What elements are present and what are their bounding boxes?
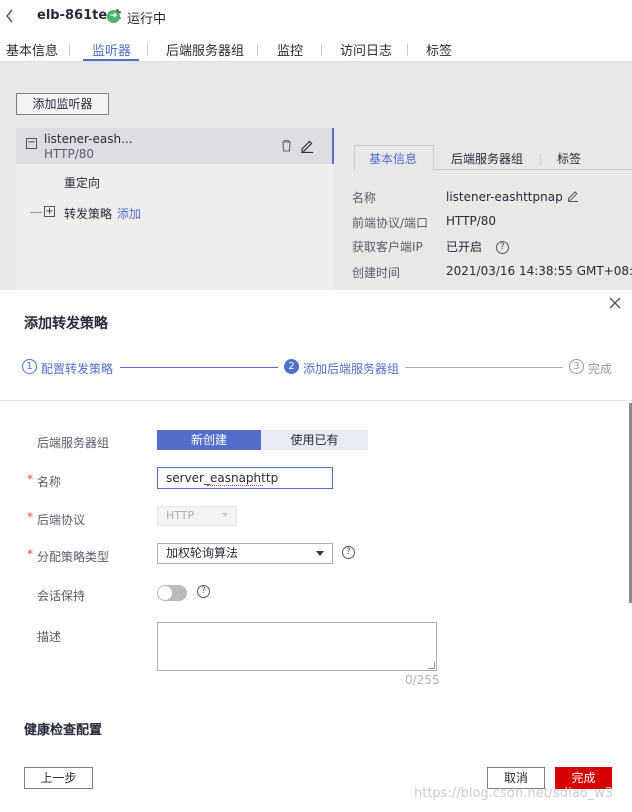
tab-basic-info[interactable]: 基本信息	[6, 40, 58, 59]
step-1-label: 配置转发策略	[41, 362, 114, 376]
toggle-knob	[158, 586, 172, 600]
listener-full-name: listener-eashttpnap	[446, 190, 563, 204]
edit-icon[interactable]	[567, 190, 579, 202]
dialog-title: 添加转发策略	[24, 316, 108, 332]
tab-divider	[147, 44, 148, 56]
name-label: 名称	[37, 475, 62, 489]
stepper-divider	[0, 400, 632, 401]
detail-name-value: listener-eashttpnap	[446, 190, 579, 204]
detail-protocol-label: 前端协议/端口	[352, 216, 429, 230]
edit-icon[interactable]	[300, 139, 314, 154]
active-tab-indicator	[83, 59, 139, 61]
chevron-down-icon	[222, 513, 228, 517]
previous-button[interactable]: 上一步	[24, 767, 93, 789]
step-1-indicator: 1	[22, 359, 37, 374]
detail-name-label: 名称	[352, 191, 377, 205]
status-text: 运行中	[127, 12, 167, 27]
tree-connector	[30, 212, 42, 213]
main-tabs: 基本信息 监听器 后端服务器组 监控 访问日志 标签	[0, 36, 632, 62]
resize-grip-icon[interactable]	[428, 662, 435, 669]
algorithm-label: 分配策略类型	[37, 550, 110, 564]
step-2-indicator: 2	[284, 359, 299, 374]
tab-tags[interactable]: 标签	[426, 40, 452, 59]
detail-client-ip-value: 已开启 ?	[446, 238, 509, 255]
tab-divider	[69, 44, 70, 56]
protocol-label: 后端协议	[37, 513, 86, 527]
listener-protocol: HTTP/80	[44, 147, 95, 161]
trash-icon[interactable]	[280, 139, 293, 152]
tab-backend-groups[interactable]: 后端服务器组	[166, 40, 244, 59]
detail-tab-tags[interactable]: 标签	[557, 150, 581, 167]
session-sticky-label: 会话保持	[37, 589, 86, 603]
use-existing-segment[interactable]: 使用已有	[261, 430, 368, 450]
required-mark: *	[27, 510, 33, 524]
description-textarea[interactable]	[157, 622, 437, 671]
step-3-indicator: 3	[569, 359, 584, 374]
help-icon[interactable]: ?	[197, 585, 210, 598]
description-label: 描述	[37, 630, 62, 644]
step-connector	[120, 367, 278, 368]
chevron-left-icon[interactable]	[5, 9, 19, 25]
tab-divider	[540, 153, 541, 165]
char-counter: 0/255	[405, 673, 440, 687]
add-listener-button[interactable]: 添加监听器	[16, 93, 109, 115]
tab-divider	[407, 44, 408, 56]
expand-icon[interactable]: +	[44, 206, 55, 217]
detail-client-ip-label: 获取客户端IP	[352, 240, 423, 254]
create-new-segment[interactable]: 新创建	[157, 430, 261, 450]
add-forward-policy-link[interactable]: 添加	[117, 205, 141, 222]
tab-divider	[321, 44, 322, 56]
forward-policy-item: 转发策略	[64, 207, 113, 221]
tab-monitoring[interactable]: 监控	[277, 40, 303, 59]
detail-created-value: 2021/03/16 14:38:55 GMT+08:00	[446, 264, 632, 278]
detail-protocol-value: HTTP/80	[446, 214, 497, 228]
algorithm-select[interactable]: 加权轮询算法	[157, 543, 333, 564]
help-icon[interactable]: ?	[342, 546, 355, 559]
redirect-item[interactable]: 重定向	[64, 174, 100, 191]
client-ip-status: 已开启	[446, 240, 483, 254]
health-check-title: 健康检查配置	[24, 723, 103, 738]
backend-group-label: 后端服务器组	[37, 436, 110, 450]
background-page: elb-861test ➜ 运行中 基本信息 监听器 后端服务器组 监控 访问日…	[0, 0, 632, 290]
detail-tab-basic-info[interactable]: 基本信息	[369, 150, 417, 167]
tab-listeners[interactable]: 监听器	[92, 40, 131, 59]
chevron-down-icon[interactable]	[316, 551, 324, 556]
detail-tab-backend-groups[interactable]: 后端服务器组	[451, 150, 523, 167]
listener-name: listener-eash...	[44, 132, 133, 146]
spellcheck-underline	[207, 484, 263, 486]
detail-created-label: 创建时间	[352, 266, 401, 280]
close-icon[interactable]	[608, 297, 622, 311]
step-3-label: 完成	[588, 362, 613, 376]
help-icon[interactable]: ?	[495, 241, 509, 254]
tab-access-logs[interactable]: 访问日志	[340, 40, 392, 59]
running-status-icon: ➜	[107, 10, 120, 23]
required-mark: *	[27, 472, 33, 486]
watermark: https://blog.csdn.net/sdiao_w3	[414, 786, 614, 801]
step-2-label: 添加后端服务器组	[303, 362, 400, 376]
tab-divider	[257, 44, 258, 56]
collapse-icon[interactable]: −	[26, 138, 37, 149]
required-mark: *	[27, 547, 33, 561]
step-connector	[405, 367, 563, 368]
